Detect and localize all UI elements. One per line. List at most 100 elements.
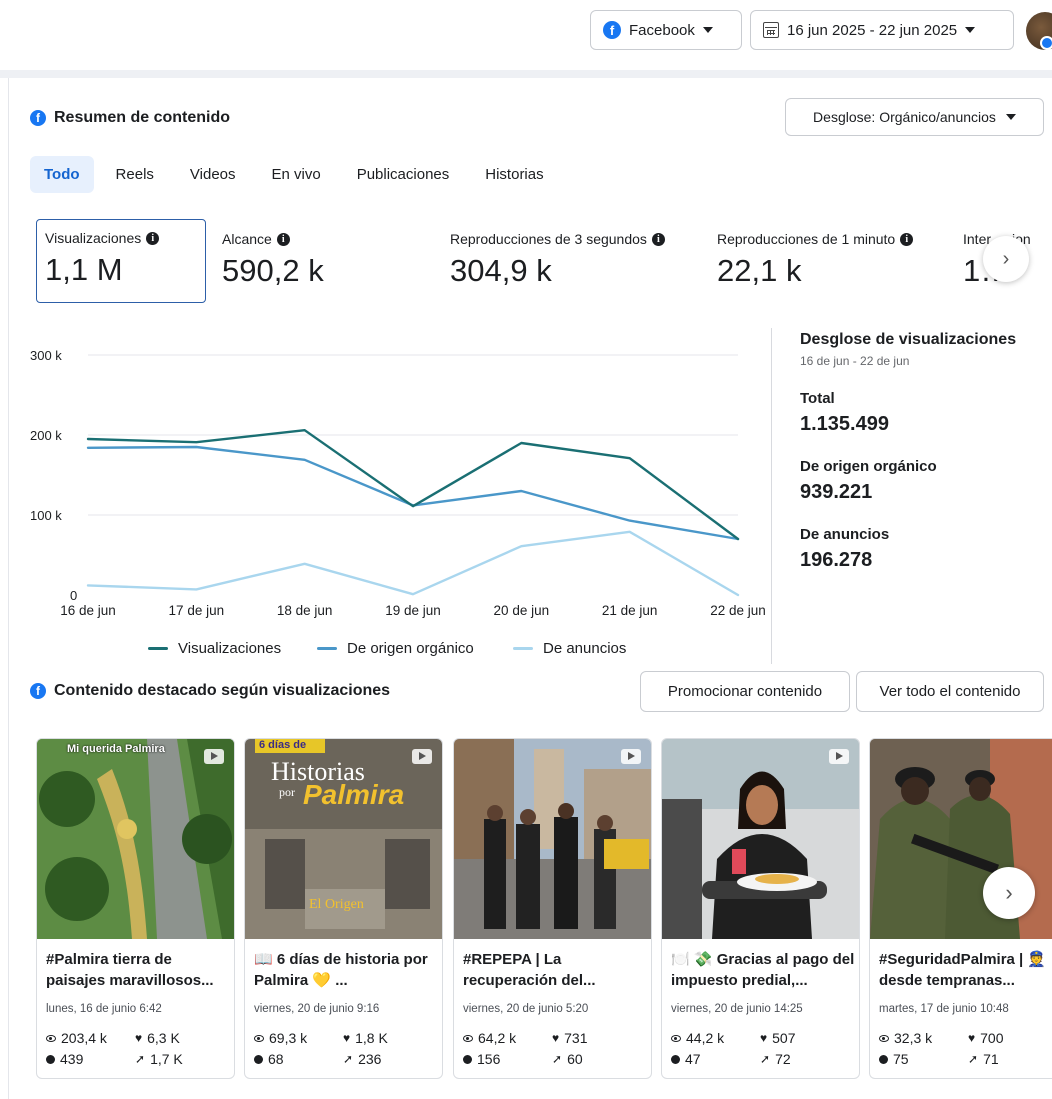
metric-visualizaciones[interactable]: Visualizaciones i 1,1 M — [36, 219, 206, 303]
reactions-value: 1,8 K — [355, 1030, 388, 1046]
breakdown-dropdown[interactable]: Desglose: Orgánico/anuncios — [785, 98, 1044, 136]
date-range-label: 16 jun 2025 - 22 jun 2025 — [787, 21, 958, 39]
comment-icon — [671, 1054, 680, 1064]
post-title: 📖 6 días de historia por Palmira 💛 ... — [254, 951, 428, 989]
date-range-selector[interactable]: 16 jun 2025 - 22 jun 2025 — [750, 10, 1014, 50]
facebook-icon: f — [30, 683, 46, 699]
organic-label: De origen orgánico — [800, 458, 937, 475]
legend-label: De origen orgánico — [347, 640, 474, 657]
summary-title: Resumen de contenido — [54, 109, 231, 126]
tab-historias[interactable]: Historias — [471, 156, 557, 193]
metric-value: 590,2 k — [222, 253, 324, 288]
ads-value: 196.278 — [800, 549, 873, 571]
reactions-value: 507 — [772, 1030, 796, 1046]
total-value: 1.135.499 — [800, 413, 889, 435]
post-thumbnail — [454, 739, 651, 939]
eye-icon — [463, 1034, 473, 1042]
facebook-badge-icon — [1040, 36, 1052, 50]
reactions-stat: ♥ 6,3 K — [135, 1030, 180, 1046]
video-icon — [829, 749, 849, 764]
info-icon[interactable]: i — [900, 232, 914, 246]
views-line-chart: 0 100 k 200 k 300 k 16 de jun 17 de jun 18 de … — [30, 348, 766, 618]
legend-item-visualizaciones[interactable]: Visualizaciones — [148, 640, 281, 657]
comments-value: 439 — [60, 1051, 84, 1067]
post-card[interactable]: 🍽️ 💸 Gracias al pago del impuesto predia… — [661, 738, 860, 1079]
views-value: 44,2 k — [686, 1030, 725, 1046]
reactions-stat: ♥ 1,8 K — [343, 1030, 388, 1046]
y-tick-label: 0 — [70, 588, 77, 603]
post-thumbnail — [662, 739, 859, 939]
shares-stat: ➚ 71 — [968, 1051, 999, 1067]
metric-label-text: Reproducciones de 1 minuto — [717, 231, 896, 247]
comments-stat: 75 — [879, 1051, 909, 1067]
metric-label: Alcance i — [222, 231, 422, 247]
tab-todo[interactable]: Todo — [30, 156, 94, 193]
y-tick-label: 100 k — [30, 508, 62, 523]
breakdown-label: Desglose: Orgánico/anuncios — [813, 109, 996, 125]
comment-icon — [879, 1054, 888, 1064]
metric-value: 1,1 M — [45, 252, 123, 287]
metric-label: Reproducciones de 1 minuto i — [717, 231, 957, 247]
tab-reels[interactable]: Reels — [102, 156, 168, 193]
metric-label-text: Reproducciones de 3 segundos — [450, 231, 647, 247]
platform-selector[interactable]: f Facebook — [590, 10, 742, 50]
legend-item-anuncios[interactable]: De anuncios — [513, 640, 626, 657]
metric-alcance[interactable]: Alcance i 590,2 k — [222, 220, 422, 304]
profile-menu[interactable] — [1026, 12, 1052, 62]
heart-icon: ♥ — [343, 1031, 351, 1045]
info-icon[interactable]: i — [651, 232, 665, 246]
promote-content-button[interactable]: Promocionar contenido — [640, 671, 850, 712]
views-stat: 203,4 k — [46, 1030, 107, 1046]
video-icon — [204, 749, 224, 764]
top-bar: f Facebook 16 jun 2025 - 22 jun 2025 — [0, 0, 1052, 70]
content-type-tabs: Todo Reels Videos En vivo Publicaciones … — [30, 156, 566, 193]
featured-heading: f Contenido destacado según visualizacio… — [30, 682, 390, 700]
facebook-icon: f — [30, 110, 46, 126]
view-all-content-button[interactable]: Ver todo el contenido — [856, 671, 1044, 712]
info-icon[interactable]: i — [276, 232, 290, 246]
thumbnail-overlay-text: Mi querida Palmira — [67, 743, 165, 755]
post-title: 🍽️ 💸 Gracias al pago del impuesto predia… — [671, 951, 855, 989]
post-card[interactable]: #REPEPA | La recuperación del... viernes… — [453, 738, 652, 1079]
share-icon: ➚ — [760, 1052, 771, 1066]
info-icon[interactable]: i — [146, 231, 160, 245]
platform-label: Facebook — [629, 21, 695, 39]
reactions-value: 731 — [564, 1030, 588, 1046]
post-card[interactable]: Mi querida Palmira #Palmira tierra de pa… — [36, 738, 235, 1079]
share-icon: ➚ — [552, 1052, 563, 1066]
y-tick-label: 200 k — [30, 428, 62, 443]
views-value: 203,4 k — [61, 1030, 107, 1046]
tab-en-vivo[interactable]: En vivo — [258, 156, 335, 193]
shares-value: 60 — [567, 1051, 583, 1067]
comments-value: 75 — [893, 1051, 909, 1067]
comments-stat: 439 — [46, 1051, 83, 1067]
comment-icon — [46, 1054, 55, 1064]
comments-stat: 68 — [254, 1051, 284, 1067]
metric-label: Reproducciones de 3 segundos i — [450, 231, 700, 247]
views-stat: 69,3 k — [254, 1030, 307, 1046]
legend-item-organico[interactable]: De origen orgánico — [317, 640, 474, 657]
y-tick-label: 300 k — [30, 348, 62, 363]
tab-videos[interactable]: Videos — [176, 156, 250, 193]
metrics-next-button[interactable]: › — [983, 236, 1029, 282]
views-value: 69,3 k — [269, 1030, 308, 1046]
views-stat: 32,3 k — [879, 1030, 932, 1046]
breakdown-subtitle: 16 de jun - 22 de jun — [800, 354, 910, 368]
x-tick-label: 22 de jun — [710, 603, 766, 618]
comment-icon — [463, 1054, 472, 1064]
post-title: #SeguridadPalmira | 👮 desde tempranas... — [879, 951, 1047, 989]
tab-publicaciones[interactable]: Publicaciones — [343, 156, 464, 193]
legend-label: De anuncios — [543, 640, 627, 657]
metric-reproducciones-1min[interactable]: Reproducciones de 1 minuto i 22,1 k — [717, 220, 957, 304]
metric-reproducciones-3s[interactable]: Reproducciones de 3 segundos i 304,9 k — [450, 220, 700, 304]
comments-stat: 47 — [671, 1051, 701, 1067]
eye-icon — [879, 1034, 889, 1042]
post-card[interactable]: 6 días de Historias por Palmira El Orige… — [244, 738, 443, 1079]
video-icon — [412, 749, 432, 764]
series-line-2 — [86, 530, 740, 597]
shares-value: 236 — [358, 1051, 382, 1067]
carousel-next-button[interactable]: › — [983, 867, 1035, 919]
views-stat: 64,2 k — [463, 1030, 516, 1046]
post-thumbnail: Mi querida Palmira — [37, 739, 234, 939]
post-date: lunes, 16 de junio 6:42 — [46, 1003, 162, 1015]
